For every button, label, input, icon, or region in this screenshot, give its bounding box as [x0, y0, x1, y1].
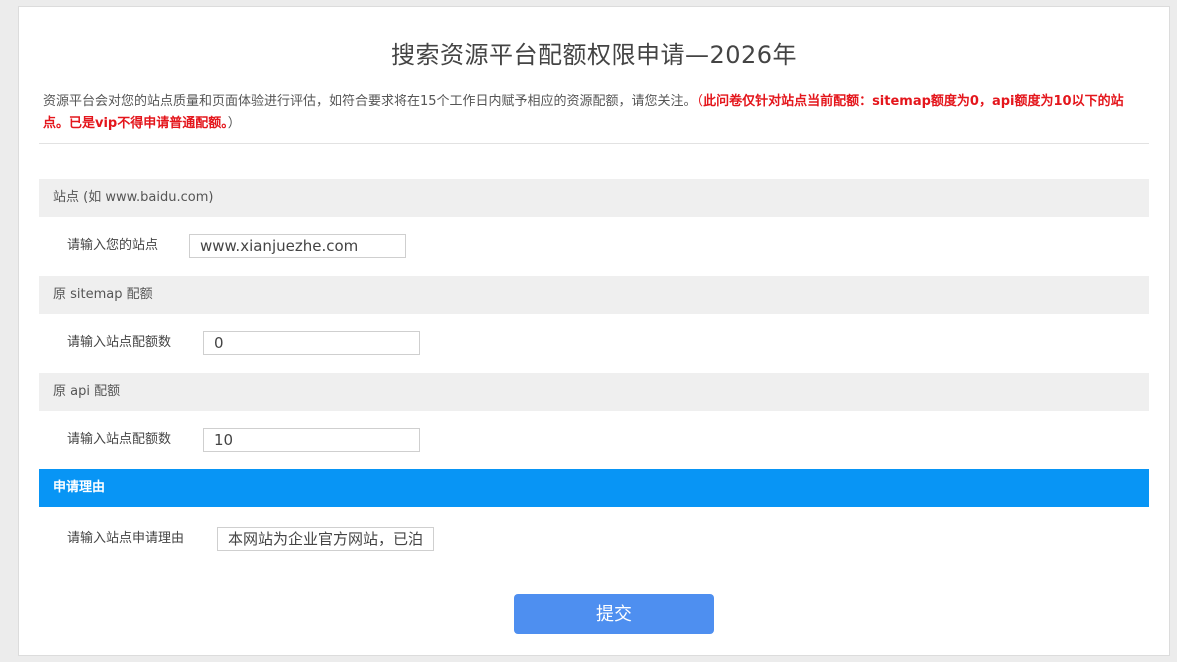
submit-button[interactable]: 提交: [514, 594, 714, 634]
page-title: 搜索资源平台配额权限申请—2026年: [390, 41, 798, 69]
section-api-heading: 原 api 配额: [39, 373, 1149, 411]
intro-warning-close: ）: [227, 116, 241, 131]
section-reason-heading: 申请理由: [39, 469, 1149, 507]
site-label: 请输入您的站点: [67, 238, 159, 253]
sitemap-quota-input[interactable]: 0: [203, 331, 420, 355]
sitemap-label: 请输入站点配额数: [67, 335, 172, 350]
section-sitemap-heading: 原 sitemap 配额: [39, 276, 1149, 314]
intro-description: 资源平台会对您的站点质量和页面体验进行评估，如符合要求将在15个工作日内赋予相应…: [43, 94, 697, 109]
reason-input[interactable]: 本网站为企业官方网站，已泊: [217, 527, 434, 551]
form-card: 搜索资源平台配额权限申请—2026年 资源平台会对您的站点质量和页面体验进行评估…: [18, 6, 1170, 656]
site-input[interactable]: www.xianjuezhe.com: [189, 234, 406, 258]
api-label: 请输入站点配额数: [67, 432, 172, 447]
divider: [39, 143, 1149, 144]
reason-label: 请输入站点申请理由: [67, 531, 185, 546]
api-quota-input[interactable]: 10: [203, 428, 420, 452]
intro-text: 资源平台会对您的站点质量和页面体验进行评估，如符合要求将在15个工作日内赋予相应…: [43, 91, 1143, 135]
section-site-heading: 站点 (如 www.baidu.com): [39, 179, 1149, 217]
